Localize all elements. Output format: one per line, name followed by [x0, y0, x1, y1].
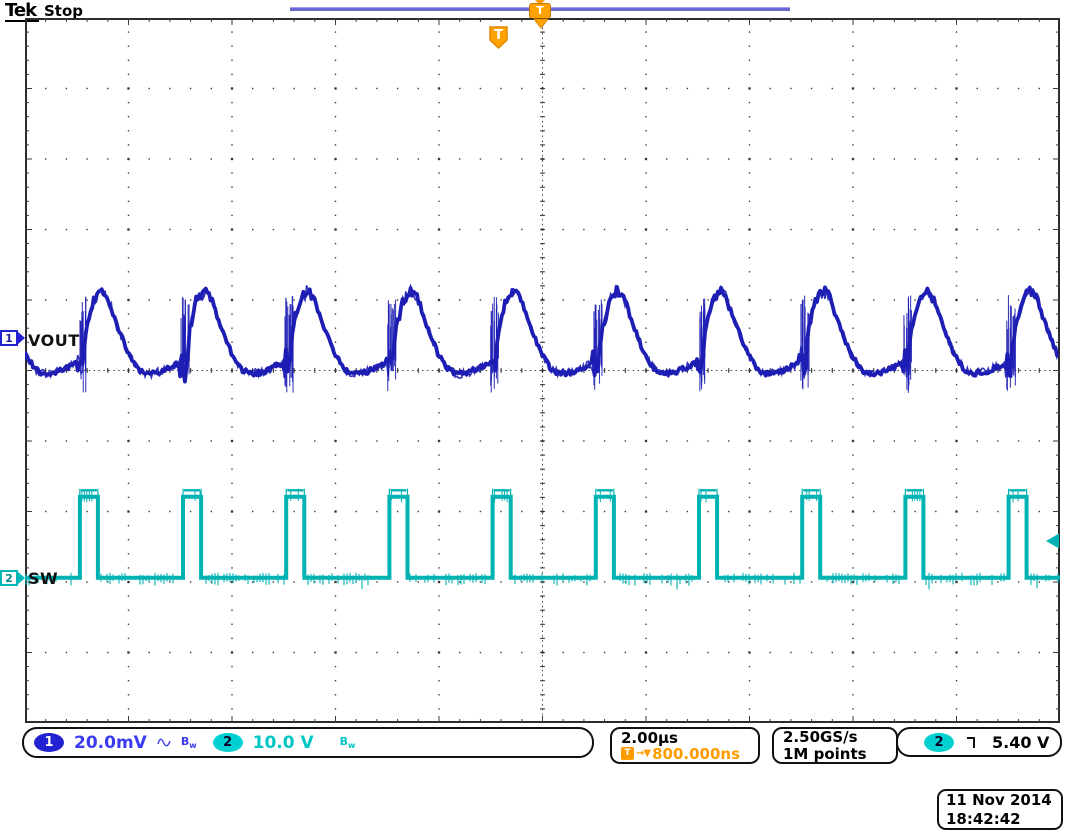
oscilloscope-screen: Tek Stop T T 1 VOUT 2 SW 1 20.0mV Bw 2 1…	[0, 0, 1066, 833]
ch2-bandwidth-limit-icon: Bw	[340, 735, 356, 750]
time-readout: 18:42:42	[946, 810, 1021, 829]
trigger-delay-t-icon: T	[621, 747, 634, 760]
ch1-arrow-icon	[17, 331, 25, 345]
trigger-t-badge-label: T	[494, 28, 503, 43]
falling-edge-icon	[966, 734, 980, 750]
ch1-readout-badge[interactable]: 1	[34, 733, 64, 752]
ch1-bandwidth-limit-icon: Bw	[181, 735, 197, 750]
ch2-arrow-icon	[17, 571, 25, 585]
trigger-delay-readout: T →▼ 800.000ns	[621, 746, 740, 762]
timebase-readout-box[interactable]: 2.00µs T →▼ 800.000ns	[610, 727, 760, 764]
graticule: T	[25, 18, 1060, 723]
trigger-t-icon: T	[529, 3, 551, 19]
trigger-delay-arrow-icons: →▼	[636, 746, 650, 762]
trigger-point-arrow-icon	[534, 19, 548, 28]
datetime-box: 11 Nov 2014 18:42:42	[937, 789, 1063, 830]
ch1-position-marker[interactable]: 1	[0, 330, 26, 347]
ch2-readout-badge[interactable]: 2	[213, 733, 243, 752]
trigger-readout-box[interactable]: 2 5.40 V	[896, 727, 1062, 757]
trigger-source-badge: 2	[924, 733, 954, 752]
ch1-scale-readout: 20.0mV	[74, 733, 147, 753]
ch2-badge-label: 2	[5, 572, 13, 585]
trigger-level-readout: 5.40 V	[992, 733, 1049, 752]
trigger-delay-value: 800.000ns	[652, 746, 740, 762]
ac-coupling-icon	[157, 737, 171, 748]
channel-readout-box[interactable]: 1 20.0mV Bw 2 10.0 V Bw	[22, 727, 594, 758]
date-readout: 11 Nov 2014	[946, 791, 1052, 810]
ch2-position-marker[interactable]: 2	[0, 570, 26, 587]
acquisition-readout-box[interactable]: 2.50GS/s 1M points	[772, 727, 898, 764]
ch1-label: VOUT	[28, 331, 80, 350]
ch2-label: SW	[28, 569, 58, 588]
ch1-badge-label: 1	[5, 332, 13, 345]
timebase-readout: 2.00µs	[621, 730, 678, 746]
ch2-scale-readout: 10.0 V	[253, 733, 314, 753]
sample-rate-readout: 2.50GS/s	[783, 729, 858, 746]
record-length-readout: 1M points	[783, 746, 867, 763]
trigger-position-marker[interactable]: T	[528, 0, 552, 18]
